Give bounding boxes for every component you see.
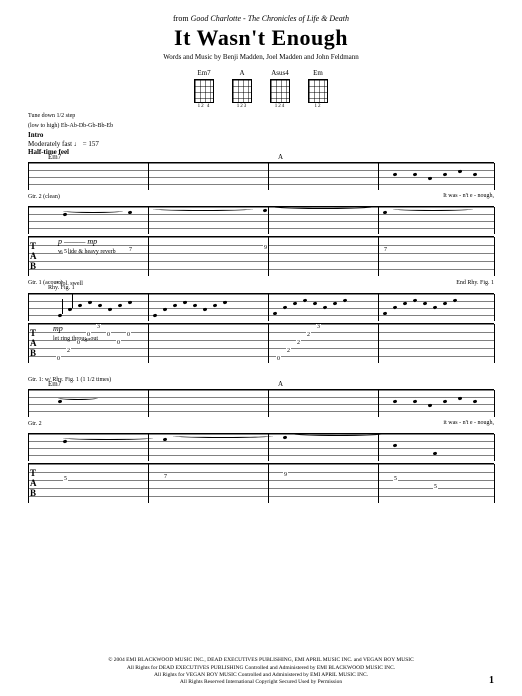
- vocal-staff: Em7 A It was - n't e - nough,: [28, 162, 494, 190]
- system-2-vocal: Em7 A it was - n't e - nough,: [28, 389, 494, 417]
- chord-symbol: Em7: [48, 380, 61, 388]
- chord-symbol: A: [278, 380, 283, 388]
- gtr2-staff-2: [28, 433, 494, 461]
- chord-symbol: A: [278, 153, 283, 161]
- system-1-vocal: Em7 A It was - n't e - nough,: [28, 162, 494, 190]
- chord-grid-icon: [308, 79, 328, 103]
- tab-label: TAB: [30, 241, 37, 271]
- gtr2-tab: TAB 5 7 9 7 *Vol. swell: [28, 236, 494, 276]
- gtr2-label: Gtr. 2 (clean): [28, 194, 494, 200]
- copyright-block: © 2004 EMI BLACKWOOD MUSIC INC., DEAD EX…: [28, 657, 494, 686]
- gtr2-tab-2: TAB 5 7 9 5 5: [28, 463, 494, 503]
- tuning-note-2: (low to high) Eb-Ab-Db-Gb-Bb-Eb: [28, 123, 494, 129]
- gtr1-staff: mp let ring throughout: [28, 293, 494, 321]
- credits: Words and Music by Benji Madden, Joel Ma…: [28, 53, 494, 61]
- sheet-header: from Good Charlotte - The Chronicles of …: [28, 14, 494, 61]
- system-1-gtr2: p ——— mp w/ slide & heavy reverb TAB 5 7…: [28, 206, 494, 276]
- gtr1-tab: TAB 0 2 0 0 3 0 0 0 0 2 2 2 3: [28, 323, 494, 363]
- artist-name: Good Charlotte: [191, 14, 241, 23]
- feel-marking: Half-time feel: [28, 148, 494, 156]
- chord-grid-icon: [232, 79, 252, 103]
- chord-diagrams-row: Em7 12 4 A 123 Asus4 124 Em 12: [28, 69, 494, 109]
- lyric-text: It was - n't e - nough,: [443, 193, 494, 199]
- rhy-fig-label: Rhy. Fig. 1: [48, 285, 75, 291]
- gtr2-staff: p ——— mp w/ slide & heavy reverb: [28, 206, 494, 234]
- copyright-line: All Rights for VEGAN BOY MUSIC Controlle…: [28, 672, 494, 679]
- system2-direction: Gtr. 1: w/ Rhy. Fig. 1 (1 1/2 times): [28, 377, 494, 383]
- page-number: 1: [489, 675, 494, 686]
- album-name: The Chronicles of Life & Death: [248, 14, 349, 23]
- section-label: Intro: [28, 131, 494, 139]
- tab-label: TAB: [30, 328, 37, 358]
- tempo-marking: Moderately fast ♩ = 157: [28, 140, 494, 148]
- copyright-line: © 2004 EMI BLACKWOOD MUSIC INC., DEAD EX…: [28, 657, 494, 664]
- chord-name: A: [239, 69, 244, 77]
- vocal-staff-2: Em7 A it was - n't e - nough,: [28, 389, 494, 417]
- song-title: It Wasn't Enough: [28, 25, 494, 51]
- copyright-line: All Rights Reserved International Copyri…: [28, 679, 494, 686]
- chord-diagram-em7: Em7 12 4: [194, 69, 214, 109]
- lyric-text: it was - n't e - nough,: [443, 420, 494, 426]
- chord-fingering: 12 4: [198, 104, 211, 109]
- system-1-gtr1: Rhy. Fig. 1: [28, 293, 494, 363]
- end-rhy-fig: End Rhy. Fig. 1: [456, 280, 494, 286]
- chord-fingering: 12: [315, 104, 322, 109]
- chord-symbol: Em7: [48, 153, 61, 161]
- chord-name: Em7: [197, 69, 210, 77]
- from-label: from: [173, 14, 189, 23]
- tab-label: TAB: [30, 468, 37, 498]
- source-line: from Good Charlotte - The Chronicles of …: [28, 14, 494, 23]
- chord-diagram-em: Em 12: [308, 69, 328, 109]
- chord-grid-icon: [194, 79, 214, 103]
- gtr2-label-s2: Gtr. 2: [28, 421, 494, 427]
- chord-grid-icon: [270, 79, 290, 103]
- system-2-gtr2: TAB 5 7 9 5 5: [28, 433, 494, 503]
- tuning-note-1: Tune down 1/2 step: [28, 113, 494, 119]
- chord-fingering: 124: [275, 104, 286, 109]
- chord-diagram-a: A 123: [232, 69, 252, 109]
- chord-name: Asus4: [271, 69, 289, 77]
- chord-fingering: 123: [237, 104, 248, 109]
- copyright-line: All Rights for DEAD EXECUTIVES PUBLISHIN…: [28, 665, 494, 672]
- chord-name: Em: [313, 69, 323, 77]
- chord-diagram-asus4: Asus4 124: [270, 69, 290, 109]
